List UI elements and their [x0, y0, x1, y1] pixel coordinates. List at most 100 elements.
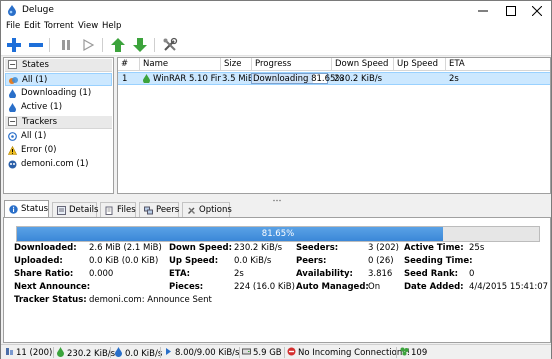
- tab-options[interactable]: Options: [182, 202, 232, 217]
- column-header-down-speed[interactable]: Down Speed: [332, 58, 394, 71]
- connections-value: 11 (200): [16, 348, 53, 358]
- filter-sidebar: − States All (1) Downloading (1) Active …: [3, 57, 114, 194]
- tab-label: Options: [199, 205, 232, 215]
- minimize-button[interactable]: [469, 1, 497, 20]
- active-icon: [8, 103, 17, 113]
- states-group-header[interactable]: − States: [5, 59, 112, 72]
- sidebar-item-label: All (1): [22, 75, 48, 85]
- column-header-eta[interactable]: ETA: [446, 58, 550, 71]
- statusbar-incoming-connections[interactable]: No Incoming Connections!: [287, 347, 410, 359]
- options-icon: [187, 206, 196, 215]
- sidebar-item-label: Downloading (1): [21, 88, 92, 98]
- statusbar-connections[interactable]: 11 (200): [5, 347, 52, 359]
- tracker-favicon-icon: [8, 160, 17, 169]
- downloading-icon: [8, 89, 17, 99]
- sidebar-item-all-states[interactable]: All (1): [5, 73, 112, 86]
- row-down-speed: 230.2 KiB/s: [334, 74, 383, 84]
- sidebar-item-downloading[interactable]: Downloading (1): [5, 87, 112, 100]
- all-trackers-icon: [8, 132, 17, 141]
- blocked-icon: [287, 347, 296, 356]
- preferences-button[interactable]: [161, 36, 179, 54]
- maximize-button[interactable]: [497, 1, 525, 20]
- title-bar: Deluge: [1, 1, 551, 20]
- files-icon: [105, 206, 114, 215]
- column-header-progress[interactable]: Progress: [252, 58, 332, 71]
- collapse-toggle-icon[interactable]: −: [8, 117, 17, 126]
- column-header-size[interactable]: Size: [221, 58, 252, 71]
- trackers-group-header[interactable]: − Trackers: [5, 116, 112, 129]
- sidebar-item-all-trackers[interactable]: All (1): [5, 130, 112, 143]
- menu-file[interactable]: File: [6, 21, 20, 31]
- menu-help[interactable]: Help: [102, 21, 121, 31]
- sidebar-item-error[interactable]: Error (0): [5, 144, 112, 157]
- incoming-connections-value: No Incoming Connections!: [298, 348, 411, 358]
- statusbar-protocol-traffic[interactable]: 8.00/9.00 KiB/s: [164, 347, 239, 359]
- menu-edit[interactable]: Edit: [24, 21, 40, 31]
- statusbar-download-speed[interactable]: 230.2 KiB/s: [56, 347, 115, 359]
- toolbar: [1, 34, 551, 56]
- statusbar-separator: [110, 347, 111, 358]
- column-header-name[interactable]: Name: [140, 58, 221, 71]
- statusbar-free-space[interactable]: 5.9 GB: [242, 347, 282, 359]
- label-seeders: Seeders:: [296, 243, 339, 253]
- protocol-traffic-value: 8.00/9.00 KiB/s: [175, 348, 240, 358]
- label-downloaded: Downloaded:: [14, 243, 77, 253]
- tab-label: Details: [69, 205, 99, 215]
- status-pane: 81.65% Downloaded: 2.6 MiB (2.1 MiB) Upl…: [3, 217, 551, 343]
- statusbar-upload-speed[interactable]: 0.0 KiB/s: [114, 347, 162, 359]
- statusbar-separator: [239, 347, 240, 358]
- row-number: 1: [122, 74, 128, 84]
- connections-icon: [5, 347, 14, 356]
- details-tabs: Status Details Files Peers Options: [3, 200, 551, 217]
- label-share-ratio: Share Ratio:: [14, 269, 74, 279]
- collapse-toggle-icon[interactable]: −: [8, 60, 17, 69]
- label-seeding-time: Seeding Time:: [404, 256, 473, 266]
- error-icon: [7, 145, 18, 155]
- statusbar-dht[interactable]: 109: [400, 347, 427, 359]
- pause-button[interactable]: [57, 36, 75, 54]
- tab-status[interactable]: Status: [4, 200, 49, 217]
- overall-progress-bar: 81.65%: [16, 226, 540, 242]
- menu-torrent[interactable]: Torrent: [44, 21, 74, 31]
- add-torrent-button[interactable]: [5, 36, 23, 54]
- label-date-added: Date Added:: [404, 282, 464, 292]
- tab-files[interactable]: Files: [100, 202, 136, 217]
- protocol-traffic-icon: [164, 347, 173, 356]
- row-name: WinRAR 5.10 Final: [153, 74, 221, 84]
- statusbar-separator: [53, 347, 54, 358]
- sidebar-item-demoni[interactable]: demoni.com (1): [5, 158, 112, 171]
- table-row[interactable]: 1 WinRAR 5.10 Final 3.5 MiB Downloading …: [118, 72, 550, 85]
- column-header-number[interactable]: #: [118, 58, 140, 71]
- trackers-group-label: Trackers: [22, 117, 58, 127]
- sidebar-item-active[interactable]: Active (1): [5, 101, 112, 114]
- row-eta: 2s: [449, 74, 459, 84]
- column-header-up-speed[interactable]: Up Speed: [394, 58, 446, 71]
- queue-down-button[interactable]: [131, 36, 149, 54]
- toolbar-separator: [154, 38, 155, 52]
- label-up-speed: Up Speed:: [169, 256, 219, 266]
- tab-label: Files: [117, 205, 136, 215]
- pane-resize-handle[interactable]: [273, 195, 281, 202]
- sidebar-item-label: All (1): [21, 131, 47, 141]
- label-eta: ETA:: [169, 269, 191, 279]
- close-button[interactable]: [523, 1, 551, 20]
- label-next-announce: Next Announce:: [14, 282, 91, 292]
- tab-peers[interactable]: Peers: [139, 202, 179, 217]
- menu-view[interactable]: View: [78, 21, 98, 31]
- value-auto-managed: On: [368, 282, 381, 292]
- download-speed-icon: [56, 347, 65, 357]
- download-speed-value: 230.2 KiB/s: [67, 349, 116, 359]
- downloading-icon: [142, 74, 151, 83]
- value-downloaded: 2.6 MiB (2.1 MiB): [89, 243, 162, 253]
- tab-details[interactable]: Details: [52, 202, 99, 217]
- value-tracker-status: demoni.com: Announce Sent: [89, 295, 212, 305]
- minus-icon: [29, 43, 43, 47]
- label-auto-managed: Auto Managed:: [296, 282, 369, 292]
- play-icon: [83, 38, 95, 52]
- tab-label: Status: [21, 204, 49, 214]
- queue-up-button[interactable]: [109, 36, 127, 54]
- remove-torrent-button[interactable]: [27, 36, 45, 54]
- arrow-down-icon: [133, 38, 147, 52]
- label-seed-rank: Seed Rank:: [404, 269, 459, 279]
- resume-button[interactable]: [79, 36, 97, 54]
